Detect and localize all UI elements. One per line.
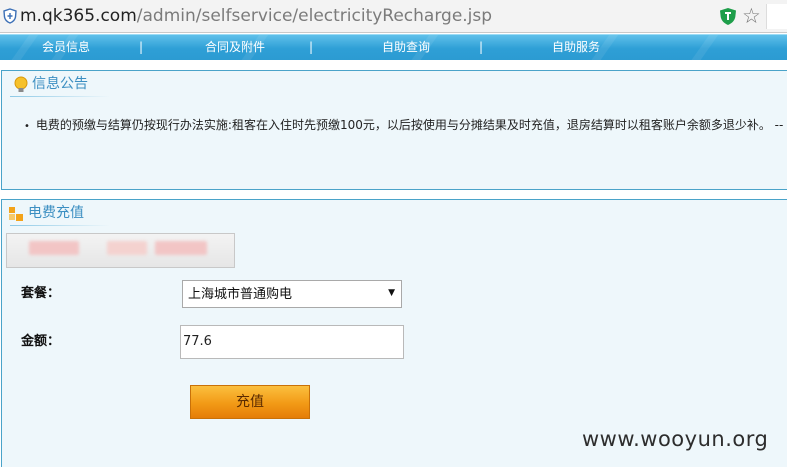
nav-item-member-info[interactable]: 会员信息 — [42, 38, 90, 56]
nav-item-self-service[interactable]: 自助服务 — [552, 38, 600, 56]
url-host: m.qk365.com — [20, 6, 137, 26]
recharge-panel-header: 电费充值 — [2, 200, 112, 226]
lightbulb-icon — [14, 76, 28, 92]
bullet: • — [24, 121, 30, 132]
notice-panel-header: 信息公告 — [2, 71, 112, 97]
security-shield-icon[interactable] — [3, 8, 17, 24]
notice-panel: 信息公告 • 电费的预缴与结算仍按现行办法实施:租客在入住时先预缴100元，以后按… — [1, 70, 787, 190]
notice-item: • 电费的预缴与结算仍按现行办法实施:租客在入住时先预缴100元，以后按使用与分摊… — [24, 116, 787, 136]
bookmark-star-icon[interactable]: ☆ — [742, 5, 761, 27]
notice-title: 信息公告 — [32, 76, 88, 92]
package-select[interactable]: 上海城市普通购电 ▼ — [182, 280, 402, 308]
safe-site-icon[interactable] — [719, 7, 737, 26]
redacted-account-info — [6, 233, 235, 268]
nav-item-contracts[interactable]: 合同及附件 — [205, 38, 265, 56]
nav-separator: | — [309, 40, 314, 54]
blocks-icon — [9, 207, 23, 221]
url-path: /admin/selfservice/electricityRecharge.j… — [136, 6, 493, 26]
package-label: 套餐： — [21, 286, 61, 301]
notice-text: 电费的预缴与结算仍按现行办法实施:租客在入住时先预缴100元，以后按使用与分摊结… — [35, 118, 784, 132]
recharge-title: 电费充值 — [28, 205, 84, 221]
amount-input-value: 77.6 — [183, 334, 212, 349]
recharge-button[interactable]: 充值 — [190, 385, 310, 419]
top-nav-bar: 会员信息 | 合同及附件 | 自助查询 | 自助服务 — [0, 34, 787, 60]
nav-separator: | — [139, 40, 144, 54]
nav-separator: | — [479, 40, 484, 54]
nav-item-self-query[interactable]: 自助查询 — [382, 38, 430, 56]
title-underline — [10, 225, 110, 226]
url-bar-edge — [766, 4, 787, 29]
url-field[interactable]: m.qk365.com/admin/selfservice/electricit… — [20, 4, 720, 28]
title-underline — [10, 96, 110, 97]
watermark-text: www.wooyun.org — [582, 427, 769, 451]
package-select-value: 上海城市普通购电 — [188, 287, 293, 302]
amount-label: 金额： — [21, 334, 61, 349]
amount-input[interactable]: 77.6 — [180, 325, 404, 359]
browser-address-bar: m.qk365.com/admin/selfservice/electricit… — [0, 0, 787, 33]
dropdown-arrow-icon[interactable]: ▼ — [388, 288, 395, 298]
